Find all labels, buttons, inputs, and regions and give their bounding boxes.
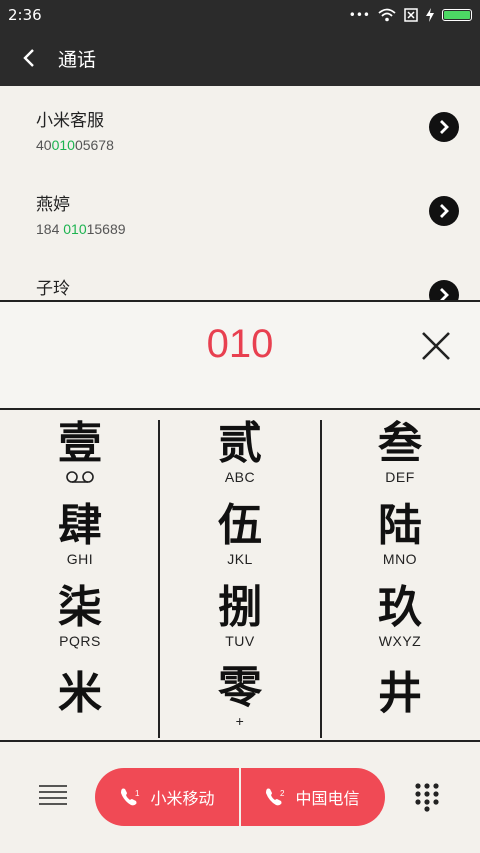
key-letters: JKL <box>227 551 253 567</box>
key-6[interactable]: 陆 MNO <box>320 500 480 582</box>
key-7[interactable]: 柒 PQRS <box>0 582 160 664</box>
bottom-bar: 1 小米移动 2 中国电信 <box>0 740 480 853</box>
wifi-icon <box>378 8 396 22</box>
chevron-right-icon <box>440 288 449 300</box>
key-letters: + <box>235 713 245 729</box>
contact-name: 子玲 <box>36 279 70 299</box>
key-letters: PQRS <box>59 633 101 649</box>
svg-text:1: 1 <box>135 789 140 798</box>
key-letters: MNO <box>382 551 418 567</box>
phone-sim1-icon: 1 <box>121 788 140 806</box>
key-glyph: 零 <box>218 662 262 713</box>
contact-number: 4001005678 <box>36 137 114 153</box>
more-icon: ••• <box>348 8 370 22</box>
number-match-highlight: 010 <box>63 221 87 237</box>
menu-icon[interactable] <box>38 784 68 808</box>
sim-icon <box>404 8 418 22</box>
contact-detail-button[interactable] <box>429 196 459 226</box>
contact-result-item[interactable]: 燕婷 184 01015689 <box>0 170 480 254</box>
key-1[interactable]: 壹 <box>0 418 160 500</box>
dialed-number[interactable]: 010 <box>0 322 480 367</box>
page-title: 通话 <box>58 48 97 71</box>
number-match-highlight: 010 <box>51 137 75 153</box>
sim2-label: 中国电信 <box>295 789 360 808</box>
phone-sim2-icon: 2 <box>266 788 285 806</box>
top-bar: 2:36 ••• 通话 <box>0 0 480 86</box>
app-bar: 通话 <box>0 30 480 86</box>
contact-number: 184 01015689 <box>36 221 126 237</box>
dialpad-icon[interactable] <box>414 782 440 812</box>
key-star[interactable]: 米 <box>0 668 160 750</box>
back-arrow-icon <box>23 49 34 67</box>
key-glyph: 柒 <box>58 582 102 633</box>
key-4[interactable]: 肆 GHI <box>0 500 160 582</box>
call-sim2-button[interactable]: 2 中国电信 <box>240 768 385 826</box>
key-3[interactable]: 叁 DEF <box>320 418 480 500</box>
contact-result-item[interactable]: 子玲 <box>0 254 480 300</box>
key-9[interactable]: 玖 WXYZ <box>320 582 480 664</box>
key-letters: DEF <box>385 469 415 485</box>
status-icons: ••• <box>349 8 472 22</box>
call-sim1-button[interactable]: 1 小米移动 <box>95 768 240 826</box>
svg-text:2: 2 <box>280 789 285 798</box>
key-letters: WXYZ <box>378 633 422 649</box>
charging-icon <box>426 8 434 22</box>
clear-input-button[interactable] <box>420 330 452 362</box>
key-glyph: 井 <box>378 668 422 719</box>
chevron-right-icon <box>440 120 449 134</box>
key-glyph: 肆 <box>58 500 102 551</box>
contact-result-item[interactable]: 小米客服 4001005678 <box>0 86 480 170</box>
call-button-divider <box>239 768 241 826</box>
key-glyph: 米 <box>58 668 102 719</box>
key-glyph: 玖 <box>378 582 422 633</box>
key-glyph: 伍 <box>218 500 262 551</box>
status-time: 2:36 <box>8 6 42 24</box>
key-glyph: 贰 <box>218 418 262 469</box>
key-0[interactable]: 零 + <box>160 662 320 744</box>
dial-input-area: 010 <box>0 300 480 410</box>
call-buttons: 1 小米移动 2 中国电信 <box>95 768 385 826</box>
key-glyph: 叁 <box>378 418 422 469</box>
key-glyph: 壹 <box>58 418 102 469</box>
contact-results-list: 小米客服 4001005678 燕婷 184 01015689 子玲 <box>0 86 480 300</box>
key-glyph: 捌 <box>218 582 262 633</box>
contact-name: 燕婷 <box>36 195 70 215</box>
status-bar: 2:36 ••• <box>0 0 480 30</box>
key-2[interactable]: 贰 ABC <box>160 418 320 500</box>
dial-keypad: 壹 贰 ABC 叁 DEF 肆 GHI 伍 JKL 陆 MNO 柒 PQRS 捌… <box>0 410 480 740</box>
battery-icon <box>442 9 472 21</box>
contact-detail-button[interactable] <box>429 112 459 142</box>
key-8[interactable]: 捌 TUV <box>160 582 320 664</box>
key-hash[interactable]: 井 <box>320 668 480 750</box>
key-letters: ABC <box>224 469 256 485</box>
chevron-right-icon <box>440 204 449 218</box>
key-glyph: 陆 <box>378 500 422 551</box>
back-button[interactable] <box>18 47 40 69</box>
key-letters: TUV <box>225 633 255 649</box>
key-letters: GHI <box>66 551 94 567</box>
contact-name: 小米客服 <box>36 111 104 131</box>
key-5[interactable]: 伍 JKL <box>160 500 320 582</box>
voicemail-icon <box>66 471 94 483</box>
sim1-label: 小米移动 <box>150 789 215 808</box>
